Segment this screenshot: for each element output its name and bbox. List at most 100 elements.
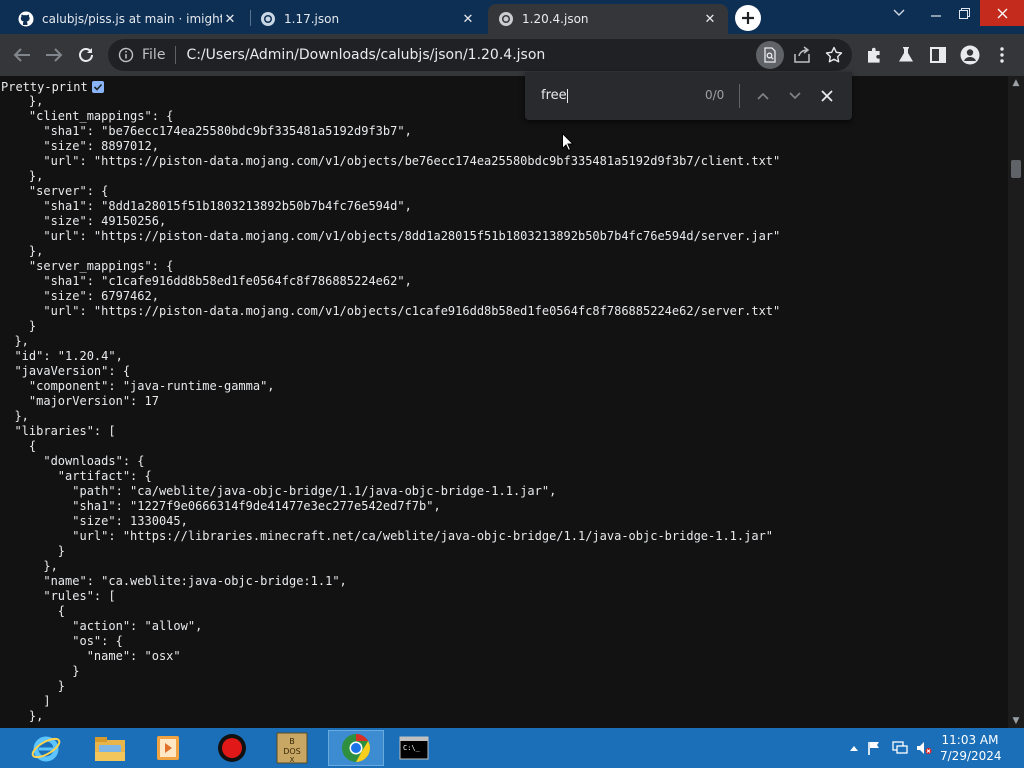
back-button[interactable] [10,43,34,67]
avatar-icon [960,45,980,65]
flag-icon [868,742,879,755]
json-line: }, [0,559,58,573]
tab-1-20-4-json[interactable]: 1.20.4.json ✕ [488,4,728,34]
json-line: }, [0,334,29,348]
json-line: "action": "allow", [0,619,203,633]
clock-date: 7/29/2024 [940,749,1002,763]
mouse-cursor-icon [562,133,574,151]
scheme-label: File [142,47,166,63]
vertical-scrollbar[interactable]: ▲ ▼ [1008,76,1024,728]
tab-github[interactable]: calubjs/piss.js at main · imightex ✕ [8,4,248,34]
side-panel-button[interactable] [926,43,950,67]
url-text[interactable]: C:/Users/Admin/Downloads/calubjs/json/1.… [186,47,545,63]
minimize-icon [931,15,941,17]
json-line: "url": "https://piston-data.mojang.com/v… [0,304,781,318]
globe-icon [261,12,275,26]
find-in-page-button[interactable] [756,41,784,69]
menu-button[interactable] [990,43,1014,67]
recorder-button[interactable] [204,730,260,766]
json-line: "id": "1.20.4", [0,349,123,363]
find-previous-button[interactable] [753,86,773,106]
divider [739,84,740,108]
chevron-up-icon [850,746,858,751]
tab-search-button[interactable] [884,0,914,26]
json-line: "path": "ca/weblite/java-objc-bridge/1.1… [0,484,557,498]
bookmark-button[interactable] [822,43,846,67]
share-button[interactable] [790,43,814,67]
tab-title: calubjs/piss.js at main · imightex [42,12,222,26]
svg-text:B: B [289,737,295,746]
dosbox-button[interactable]: B DOS X [264,730,320,766]
chrome-icon [342,734,370,762]
json-line: "majorVersion": 17 [0,394,159,408]
json-line: "server": { [0,184,109,198]
new-tab-button[interactable] [735,5,761,31]
json-line: "downloads": { [0,454,145,468]
close-icon [821,90,833,102]
globe-icon [499,12,513,26]
json-line: { [0,439,37,453]
close-icon [997,8,1007,18]
profile-button[interactable] [958,43,982,67]
find-input[interactable]: free [541,88,568,103]
find-query: free [541,88,567,103]
divider [175,46,177,64]
reload-button[interactable] [74,43,98,67]
find-in-page-icon [764,47,776,63]
find-bar: free 0/0 [525,72,852,120]
extensions-button[interactable] [862,43,886,67]
restore-button[interactable] [948,0,980,26]
close-tab-icon[interactable]: ✕ [460,11,476,27]
action-center-icon[interactable] [866,741,882,755]
media-player-button[interactable] [140,730,196,766]
address-bar[interactable]: File C:/Users/Admin/Downloads/calubjs/js… [108,39,852,71]
command-prompt-button[interactable]: C:\_ [386,730,442,766]
dosbox-icon: BDOSX [276,732,308,764]
chrome-button[interactable] [328,730,384,766]
find-close-button[interactable] [817,86,837,106]
volume-muted-icon [917,742,932,754]
pretty-print-checkbox[interactable] [91,81,104,93]
json-line: }, [0,409,29,423]
close-window-button[interactable] [980,0,1024,26]
scroll-up-arrow[interactable]: ▲ [1008,76,1024,90]
tab-title: 1.20.4.json [522,12,589,26]
show-hidden-icons-button[interactable] [846,741,862,755]
network-icon [892,741,908,754]
media-player-icon [157,736,179,760]
svg-text:X: X [290,756,295,764]
side-panel-icon [930,47,946,63]
file-explorer-button[interactable] [82,730,138,766]
reload-icon [79,48,93,62]
forward-button[interactable] [42,43,66,67]
close-tab-icon[interactable]: ✕ [222,11,238,27]
json-line: "sha1": "8dd1a28015f51b1803213892b50b7b4… [0,199,412,213]
share-icon [794,46,810,63]
find-match-count: 0/0 [705,88,725,102]
json-line: }, [0,169,44,183]
plus-icon [742,12,754,24]
network-icon[interactable] [892,741,908,755]
tab-1-17-json[interactable]: 1.17.json ✕ [250,4,486,34]
json-line: "size": 49150256, [0,214,167,228]
close-tab-icon[interactable]: ✕ [702,11,718,27]
chevron-down-icon [789,92,801,100]
github-icon [18,11,34,27]
checkmark-icon [93,83,102,91]
tab-title: 1.17.json [284,12,340,26]
json-line: "url": "https://piston-data.mojang.com/v… [0,154,781,168]
browser-toolbar: File C:/Users/Admin/Downloads/calubjs/js… [0,34,1024,76]
kebab-menu-icon [1000,47,1004,63]
json-line: } [0,664,80,678]
internet-explorer-button[interactable] [26,730,66,766]
scroll-thumb[interactable] [1011,160,1021,178]
clock-time: 11:03 AM [941,733,999,747]
info-icon[interactable] [118,47,134,63]
json-line: { [0,604,66,618]
system-clock[interactable]: 11:03 AM 7/29/2024 [940,732,1002,764]
labs-button[interactable] [894,43,918,67]
volume-icon[interactable] [916,741,932,755]
find-next-button[interactable] [785,86,805,106]
json-line: }, [0,709,44,723]
scroll-down-arrow[interactable]: ▼ [1008,714,1024,728]
